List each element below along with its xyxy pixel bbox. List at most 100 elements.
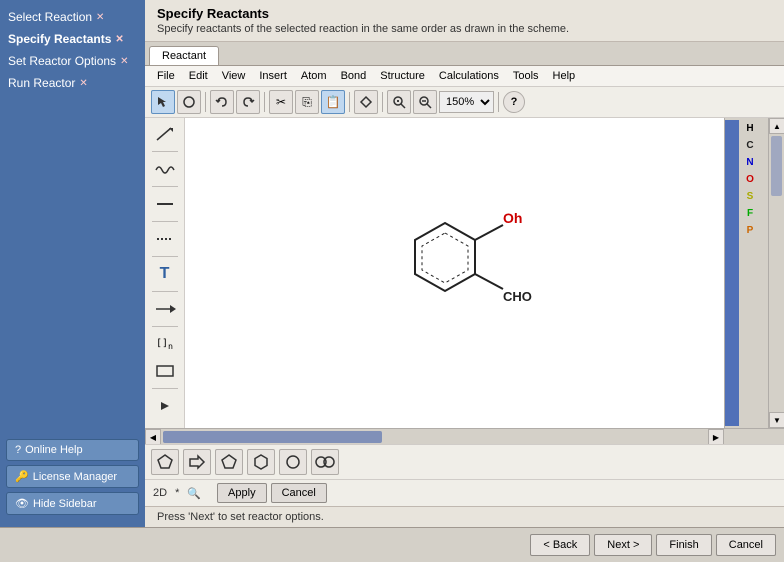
menu-help[interactable]: Help bbox=[547, 68, 582, 84]
sidebar-bottom-buttons: ? Online Help 🔑 License Manager 👁 Hide S… bbox=[0, 433, 145, 521]
bracket-n-tool-button[interactable]: []n bbox=[151, 332, 179, 356]
license-manager-button[interactable]: 🔑 License Manager bbox=[6, 465, 139, 488]
main-content: Specify Reactants Specify reactants of t… bbox=[145, 0, 784, 527]
sidebar-item-select-reaction[interactable]: Select Reaction ✕ bbox=[0, 6, 145, 28]
element-O-button[interactable]: O bbox=[746, 173, 754, 186]
zoom-out-button[interactable] bbox=[413, 90, 437, 114]
sidebar: Select Reaction ✕ Specify Reactants ✕ Se… bbox=[0, 0, 145, 527]
finish-button[interactable]: Finish bbox=[656, 534, 711, 556]
redo-button[interactable] bbox=[236, 90, 260, 114]
vertical-scroll-bar[interactable] bbox=[725, 120, 739, 426]
element-C-button[interactable]: C bbox=[746, 139, 753, 152]
double-circle-button[interactable] bbox=[311, 449, 339, 475]
right-panel: H C N O S F P bbox=[724, 118, 768, 428]
cut-button[interactable]: ✂ bbox=[269, 90, 293, 114]
editor-wrapper: File Edit View Insert Atom Bond Structur… bbox=[145, 66, 784, 506]
canvas-area[interactable]: Oh CHO bbox=[185, 118, 724, 428]
sidebar-item-label: Specify Reactants bbox=[8, 32, 111, 46]
toolbar: ✂ ⎘ 📋 50% 75% 100% 125% bbox=[145, 87, 784, 118]
molecule-svg: Oh CHO bbox=[355, 183, 555, 363]
sidebar-item-specify-reactants[interactable]: Specify Reactants ✕ bbox=[0, 28, 145, 50]
element-H-button[interactable]: H bbox=[746, 122, 753, 135]
right-panel-inner: H C N O S F P bbox=[725, 118, 768, 428]
status-bar: 2D * 🔍 Apply Cancel bbox=[145, 479, 784, 506]
clean-button[interactable] bbox=[354, 90, 378, 114]
asterisk: * bbox=[175, 487, 179, 499]
hscroll-track[interactable] bbox=[161, 429, 708, 444]
menu-calculations[interactable]: Calculations bbox=[433, 68, 505, 84]
back-button[interactable]: < Back bbox=[530, 534, 590, 556]
element-P-button[interactable]: P bbox=[747, 224, 754, 237]
arrow-tool-button[interactable] bbox=[151, 297, 179, 321]
horizontal-scrollbar: ◀ ▶ bbox=[145, 428, 784, 444]
bracket-tool-button[interactable] bbox=[151, 359, 179, 383]
menu-file[interactable]: File bbox=[151, 68, 181, 84]
close-icon[interactable]: ✕ bbox=[115, 34, 123, 45]
scroll-down-button[interactable]: ▼ bbox=[769, 412, 784, 428]
hscroll-thumb[interactable] bbox=[163, 431, 382, 443]
hscroll-right-button[interactable]: ▶ bbox=[708, 429, 724, 445]
tab-reactant[interactable]: Reactant bbox=[149, 46, 219, 65]
hide-sidebar-button[interactable]: 👁 Hide Sidebar bbox=[6, 492, 139, 515]
element-S-button[interactable]: S bbox=[747, 190, 754, 203]
scroll-track[interactable] bbox=[769, 134, 784, 412]
copy-button[interactable]: ⎘ bbox=[295, 90, 319, 114]
text-tool-button[interactable]: T bbox=[151, 262, 179, 286]
undo-button[interactable] bbox=[210, 90, 234, 114]
hscroll-left-button[interactable]: ◀ bbox=[145, 429, 161, 445]
page-description: Specify reactants of the selected reacti… bbox=[157, 23, 772, 35]
close-icon[interactable]: ✕ bbox=[79, 78, 87, 89]
sidebar-item-run-reactor[interactable]: Run Reactor ✕ bbox=[0, 72, 145, 94]
paste-button[interactable]: 📋 bbox=[321, 90, 345, 114]
scroll-up-button[interactable]: ▲ bbox=[769, 118, 784, 134]
search-icon: 🔍 bbox=[187, 487, 201, 500]
close-icon[interactable]: ✕ bbox=[120, 56, 128, 67]
circle-button[interactable] bbox=[279, 449, 307, 475]
menu-tools[interactable]: Tools bbox=[507, 68, 545, 84]
content-header: Specify Reactants Specify reactants of t… bbox=[145, 0, 784, 42]
zoom-in-button[interactable] bbox=[387, 90, 411, 114]
menu-edit[interactable]: Edit bbox=[183, 68, 214, 84]
zoom-select[interactable]: 50% 75% 100% 125% 150% 200% 300% bbox=[439, 91, 494, 113]
pentagon-button[interactable] bbox=[151, 449, 179, 475]
menu-insert[interactable]: Insert bbox=[253, 68, 293, 84]
cancel-nav-button[interactable]: Cancel bbox=[716, 534, 776, 556]
apply-button[interactable]: Apply bbox=[217, 483, 267, 503]
draw-bond-button[interactable] bbox=[177, 90, 201, 114]
arrow-shape-button[interactable] bbox=[183, 449, 211, 475]
tool-separator-6 bbox=[152, 326, 178, 327]
scroll-thumb[interactable] bbox=[771, 136, 782, 196]
menu-atom[interactable]: Atom bbox=[295, 68, 333, 84]
element-N-button[interactable]: N bbox=[746, 156, 753, 169]
play-tool-button[interactable] bbox=[151, 394, 179, 418]
sidebar-item-set-reactor-options[interactable]: Set Reactor Options ✕ bbox=[0, 50, 145, 72]
eye-icon: 👁 bbox=[15, 497, 29, 510]
tool-separator-7 bbox=[152, 388, 178, 389]
hexagon-button[interactable] bbox=[247, 449, 275, 475]
help-button[interactable]: ? bbox=[503, 91, 525, 113]
dash-tool-button[interactable] bbox=[151, 192, 179, 216]
next-button[interactable]: Next > bbox=[594, 534, 652, 556]
hscroll-right-spacer bbox=[724, 429, 784, 444]
menu-view[interactable]: View bbox=[216, 68, 252, 84]
menu-bar: File Edit View Insert Atom Bond Structur… bbox=[145, 66, 784, 87]
menu-structure[interactable]: Structure bbox=[374, 68, 431, 84]
tool-separator-3 bbox=[152, 221, 178, 222]
select-tool-button[interactable] bbox=[151, 90, 175, 114]
svg-text:Oh: Oh bbox=[503, 210, 522, 226]
menu-bond[interactable]: Bond bbox=[335, 68, 373, 84]
page-title: Specify Reactants bbox=[157, 6, 772, 21]
svg-text:CHO: CHO bbox=[503, 289, 532, 304]
dotted-tool-button[interactable] bbox=[151, 227, 179, 251]
close-icon[interactable]: ✕ bbox=[96, 12, 104, 23]
line-tool-button[interactable] bbox=[151, 122, 179, 146]
pentagon2-button[interactable] bbox=[215, 449, 243, 475]
sidebar-item-label: Set Reactor Options bbox=[8, 54, 116, 68]
dimension-label: 2D bbox=[153, 487, 167, 499]
wave-tool-button[interactable] bbox=[151, 157, 179, 181]
cancel-button[interactable]: Cancel bbox=[271, 483, 327, 503]
online-help-button[interactable]: ? Online Help bbox=[6, 439, 139, 461]
tool-separator-5 bbox=[152, 291, 178, 292]
apply-cancel-buttons: Apply Cancel bbox=[217, 483, 327, 503]
element-F-button[interactable]: F bbox=[747, 207, 753, 220]
